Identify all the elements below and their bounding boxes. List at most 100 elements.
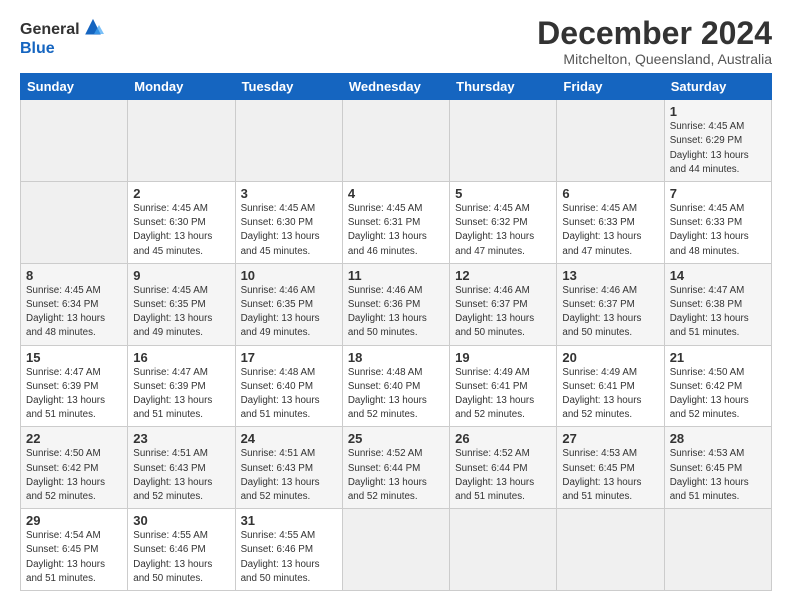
day-number: 30 [133,513,229,528]
day-number: 9 [133,268,229,283]
day-number: 16 [133,350,229,365]
day-info: Sunrise: 4:47 AM Sunset: 6:38 PM Dayligh… [670,284,766,341]
calendar-cell [450,509,557,591]
day-number: 19 [455,350,551,365]
day-info: Sunrise: 4:53 AM Sunset: 6:45 PM Dayligh… [670,447,766,504]
day-number: 26 [455,431,551,446]
header-friday: Friday [557,74,664,100]
calendar-cell [21,100,128,182]
day-info: Sunrise: 4:45 AM Sunset: 6:31 PM Dayligh… [348,202,444,259]
calendar-cell: 18Sunrise: 4:48 AM Sunset: 6:40 PM Dayli… [342,345,449,427]
calendar-cell: 14Sunrise: 4:47 AM Sunset: 6:38 PM Dayli… [664,263,771,345]
calendar-cell: 21Sunrise: 4:50 AM Sunset: 6:42 PM Dayli… [664,345,771,427]
day-number: 8 [26,268,122,283]
calendar-cell: 23Sunrise: 4:51 AM Sunset: 6:43 PM Dayli… [128,427,235,509]
calendar-cell: 9Sunrise: 4:45 AM Sunset: 6:35 PM Daylig… [128,263,235,345]
day-number: 2 [133,186,229,201]
day-number: 27 [562,431,658,446]
calendar-cell: 13Sunrise: 4:46 AM Sunset: 6:37 PM Dayli… [557,263,664,345]
day-number: 11 [348,268,444,283]
calendar-cell: 19Sunrise: 4:49 AM Sunset: 6:41 PM Dayli… [450,345,557,427]
day-number: 22 [26,431,122,446]
calendar-cell: 28Sunrise: 4:53 AM Sunset: 6:45 PM Dayli… [664,427,771,509]
day-info: Sunrise: 4:50 AM Sunset: 6:42 PM Dayligh… [670,366,766,423]
calendar-header-row: SundayMondayTuesdayWednesdayThursdayFrid… [21,74,772,100]
day-number: 5 [455,186,551,201]
calendar-cell: 16Sunrise: 4:47 AM Sunset: 6:39 PM Dayli… [128,345,235,427]
day-number: 13 [562,268,658,283]
month-title: December 2024 [537,16,772,51]
logo: General Blue [20,16,104,58]
calendar-cell: 6Sunrise: 4:45 AM Sunset: 6:33 PM Daylig… [557,182,664,264]
day-number: 6 [562,186,658,201]
calendar-cell [557,100,664,182]
day-info: Sunrise: 4:48 AM Sunset: 6:40 PM Dayligh… [241,366,337,423]
day-info: Sunrise: 4:54 AM Sunset: 6:45 PM Dayligh… [26,529,122,586]
calendar-cell [664,509,771,591]
day-info: Sunrise: 4:46 AM Sunset: 6:37 PM Dayligh… [455,284,551,341]
day-info: Sunrise: 4:48 AM Sunset: 6:40 PM Dayligh… [348,366,444,423]
page-container: General Blue December 2024 Mitchelton, Q… [0,0,792,601]
day-info: Sunrise: 4:55 AM Sunset: 6:46 PM Dayligh… [133,529,229,586]
calendar-cell: 10Sunrise: 4:46 AM Sunset: 6:35 PM Dayli… [235,263,342,345]
calendar-cell [450,100,557,182]
header-tuesday: Tuesday [235,74,342,100]
day-number: 12 [455,268,551,283]
day-number: 4 [348,186,444,201]
day-number: 15 [26,350,122,365]
calendar-cell: 1Sunrise: 4:45 AM Sunset: 6:29 PM Daylig… [664,100,771,182]
day-number: 10 [241,268,337,283]
day-number: 29 [26,513,122,528]
calendar-cell: 5Sunrise: 4:45 AM Sunset: 6:32 PM Daylig… [450,182,557,264]
calendar-cell [557,509,664,591]
day-number: 14 [670,268,766,283]
day-info: Sunrise: 4:45 AM Sunset: 6:30 PM Dayligh… [133,202,229,259]
day-info: Sunrise: 4:46 AM Sunset: 6:37 PM Dayligh… [562,284,658,341]
calendar-cell: 15Sunrise: 4:47 AM Sunset: 6:39 PM Dayli… [21,345,128,427]
week-row-6: 29Sunrise: 4:54 AM Sunset: 6:45 PM Dayli… [21,509,772,591]
calendar-cell: 27Sunrise: 4:53 AM Sunset: 6:45 PM Dayli… [557,427,664,509]
calendar-cell: 25Sunrise: 4:52 AM Sunset: 6:44 PM Dayli… [342,427,449,509]
day-number: 20 [562,350,658,365]
week-row-3: 8Sunrise: 4:45 AM Sunset: 6:34 PM Daylig… [21,263,772,345]
day-number: 21 [670,350,766,365]
calendar-cell: 8Sunrise: 4:45 AM Sunset: 6:34 PM Daylig… [21,263,128,345]
calendar-cell [342,509,449,591]
header-monday: Monday [128,74,235,100]
day-info: Sunrise: 4:49 AM Sunset: 6:41 PM Dayligh… [562,366,658,423]
calendar-cell [128,100,235,182]
day-number: 1 [670,104,766,119]
calendar-cell: 24Sunrise: 4:51 AM Sunset: 6:43 PM Dayli… [235,427,342,509]
day-number: 24 [241,431,337,446]
day-info: Sunrise: 4:47 AM Sunset: 6:39 PM Dayligh… [26,366,122,423]
logo-general: General [20,21,80,39]
day-number: 7 [670,186,766,201]
calendar-table: SundayMondayTuesdayWednesdayThursdayFrid… [20,73,772,591]
day-number: 23 [133,431,229,446]
day-info: Sunrise: 4:45 AM Sunset: 6:35 PM Dayligh… [133,284,229,341]
header-sunday: Sunday [21,74,128,100]
calendar-cell [342,100,449,182]
day-info: Sunrise: 4:49 AM Sunset: 6:41 PM Dayligh… [455,366,551,423]
calendar-cell [235,100,342,182]
day-info: Sunrise: 4:45 AM Sunset: 6:34 PM Dayligh… [26,284,122,341]
logo-blue: Blue [20,40,55,58]
calendar-cell: 12Sunrise: 4:46 AM Sunset: 6:37 PM Dayli… [450,263,557,345]
calendar-cell: 29Sunrise: 4:54 AM Sunset: 6:45 PM Dayli… [21,509,128,591]
calendar-cell [21,182,128,264]
calendar-cell: 11Sunrise: 4:46 AM Sunset: 6:36 PM Dayli… [342,263,449,345]
logo-icon [82,16,104,44]
day-number: 18 [348,350,444,365]
day-info: Sunrise: 4:45 AM Sunset: 6:30 PM Dayligh… [241,202,337,259]
calendar-cell: 3Sunrise: 4:45 AM Sunset: 6:30 PM Daylig… [235,182,342,264]
calendar-cell: 31Sunrise: 4:55 AM Sunset: 6:46 PM Dayli… [235,509,342,591]
header-thursday: Thursday [450,74,557,100]
day-info: Sunrise: 4:45 AM Sunset: 6:29 PM Dayligh… [670,120,766,177]
day-info: Sunrise: 4:45 AM Sunset: 6:33 PM Dayligh… [562,202,658,259]
day-number: 17 [241,350,337,365]
calendar-cell: 26Sunrise: 4:52 AM Sunset: 6:44 PM Dayli… [450,427,557,509]
calendar-cell: 22Sunrise: 4:50 AM Sunset: 6:42 PM Dayli… [21,427,128,509]
day-number: 3 [241,186,337,201]
calendar-cell: 2Sunrise: 4:45 AM Sunset: 6:30 PM Daylig… [128,182,235,264]
calendar-cell: 7Sunrise: 4:45 AM Sunset: 6:33 PM Daylig… [664,182,771,264]
